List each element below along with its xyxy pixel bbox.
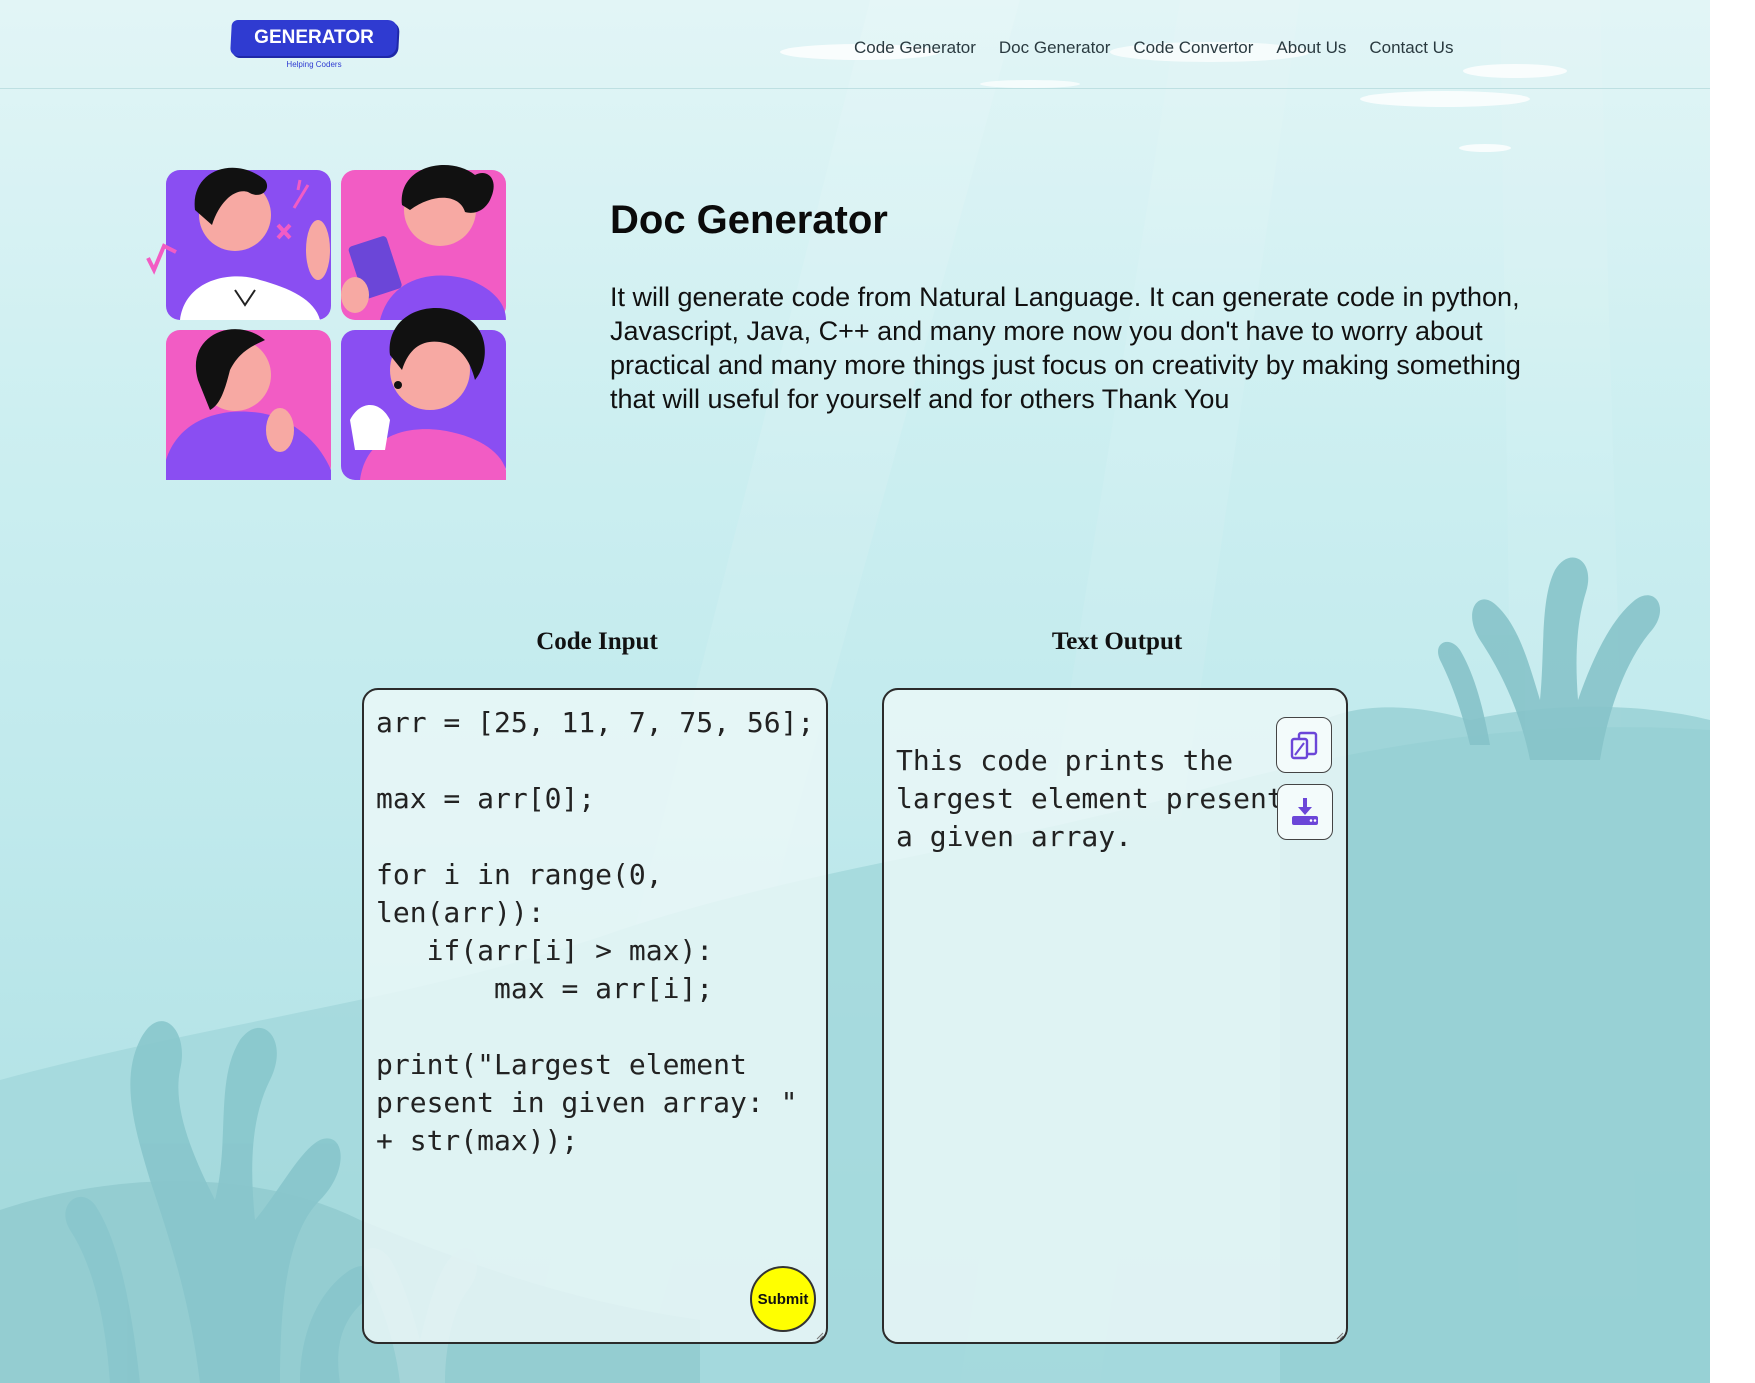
text-output-title: Text Output (1051, 628, 1183, 655)
submit-button[interactable]: Submit (750, 1266, 816, 1332)
nav-about-us[interactable]: About Us (1276, 38, 1346, 58)
text-output-panel: This code prints the largest element pre… (882, 688, 1348, 1344)
page-description: It will generate code from Natural Langu… (610, 282, 1521, 414)
copy-icon (1290, 731, 1318, 760)
code-input-panel[interactable]: arr = [25, 11, 7, 75, 56]; max = arr[0];… (362, 688, 828, 1344)
logo[interactable]: GENERATOR (230, 20, 398, 56)
resize-handle-icon[interactable] (1334, 1330, 1344, 1340)
nav-code-generator[interactable]: Code Generator (854, 38, 976, 58)
download-button[interactable] (1277, 784, 1333, 840)
logo-tagline: Helping Coders (286, 60, 342, 69)
main-nav: Code Generator Doc Generator Code Conver… (854, 38, 1453, 58)
code-input-textarea[interactable]: arr = [25, 11, 7, 75, 56]; max = arr[0];… (376, 704, 816, 1160)
copy-button[interactable] (1276, 717, 1332, 773)
nav-code-convertor[interactable]: Code Convertor (1133, 38, 1253, 58)
download-icon (1292, 798, 1318, 825)
nav-contact-us[interactable]: Contact Us (1369, 38, 1453, 58)
site-header: GENERATOR Helping Coders Code Generator … (0, 0, 1710, 89)
page-title: Doc Generator (610, 198, 888, 242)
logo-text: GENERATOR (254, 27, 374, 48)
code-input-title: Code Input (536, 628, 658, 655)
hero-illustration (146, 165, 506, 480)
resize-handle-icon[interactable] (814, 1330, 824, 1340)
text-output-content: This code prints the largest element pre… (896, 744, 1352, 853)
page-edge-strip (1710, 0, 1755, 1383)
nav-doc-generator[interactable]: Doc Generator (999, 38, 1111, 58)
